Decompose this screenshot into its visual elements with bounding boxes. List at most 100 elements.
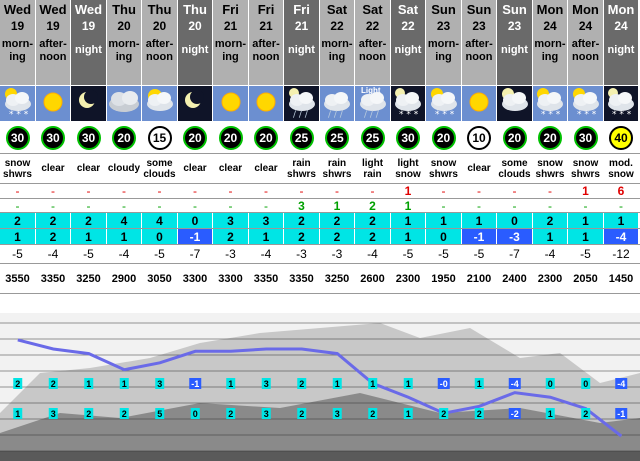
wind-cell-2: 30 (71, 122, 106, 153)
rain-value: - (86, 184, 91, 198)
altitude-value: 3250 (76, 272, 101, 285)
chart-svg: 2 2 1 1 3 -1 1 3 2 1 1 1 -0 1 -4 0 0 -4 1 3 2 2 5 0 2 3 2 3 2 1 2 2 -2 1 2… (0, 313, 640, 461)
freeze-label-text: -1 (191, 379, 199, 389)
period-label: after- noon (571, 38, 600, 63)
hdr-cell-8: Fri 21 night (284, 0, 319, 85)
sky-cell-15: * * * (533, 86, 567, 121)
frz2-cell-8: 2 (284, 229, 319, 244)
date-label: 20 (188, 19, 202, 33)
wind-cell-15: 20 (533, 122, 567, 153)
sky-cell-8: / / / (284, 86, 319, 121)
alt-cell-0: 3550 (0, 264, 35, 293)
condition-label: some clouds (498, 157, 531, 180)
freeze-label-text: 0 (193, 409, 198, 419)
temperature-value: -4 (260, 247, 272, 261)
cond-cell-13: clear (462, 154, 496, 183)
hdr-cell-16: Mon 24 after- noon (568, 0, 603, 85)
temp-cell-10: -4 (355, 245, 390, 263)
rain-value: - (335, 184, 339, 198)
freeze-label-text: 3 (335, 409, 340, 419)
frz2-cell-6: 2 (213, 229, 248, 244)
day-label: Thu (112, 2, 136, 17)
cond-cell-9: rain shwrs (320, 154, 354, 183)
sky-cell-14 (497, 86, 532, 121)
day-label: Wed (74, 2, 103, 17)
period-label: after- noon (145, 38, 174, 63)
hdr-cell-2: Wed 19 night (71, 0, 106, 85)
hdr-cell-15: Mon 24 morn- ing (533, 0, 567, 85)
snownight-icon: * * * (604, 86, 638, 121)
frz2-cell-15: 1 (533, 229, 567, 244)
period-label: after- noon (465, 38, 493, 63)
rain-cell-14: - (497, 184, 532, 198)
condition-label: mod. snow (608, 157, 634, 180)
temp-cell-14: -7 (497, 245, 532, 263)
day-label: Sat (326, 2, 348, 17)
alt-cell-6: 3300 (213, 264, 248, 293)
cond-cell-5: clear (178, 154, 212, 183)
altitude-value: 3350 (289, 272, 314, 285)
freeze-level-2: 1 (14, 229, 21, 244)
condition-label: cloudy (107, 163, 141, 174)
temperature-value: -5 (473, 247, 485, 261)
snow-cell-3: - (107, 199, 141, 212)
wind-speed-icon: 20 (254, 125, 278, 150)
date-label: 23 (507, 19, 522, 33)
freeze-label-text: 3 (51, 409, 56, 419)
date-label: 21 (259, 19, 273, 33)
wind-speed-icon: 30 (396, 125, 420, 150)
freeze-label-row2: 2 (84, 408, 94, 419)
rain-cell-17: 6 (604, 184, 638, 198)
rain-value: - (299, 184, 304, 198)
freeze-label-text: 2 (51, 379, 56, 389)
row-divider (0, 198, 640, 199)
snow-cell-11: 1 (391, 199, 425, 212)
rain-cell-9: - (320, 184, 354, 198)
freeze-level-1: 0 (191, 213, 199, 228)
frz1-cell-17: 1 (604, 213, 638, 228)
freeze-label-text: 3 (264, 409, 269, 419)
partsun-icon (143, 86, 177, 121)
temperature-value: -5 (83, 247, 94, 261)
period-label: night (394, 44, 422, 56)
wind-cell-13: 10 (462, 122, 496, 153)
period-label: morn- ing (321, 38, 353, 63)
alt-cell-14: 2400 (497, 264, 532, 293)
temp-cell-8: -3 (284, 245, 319, 263)
altitude-value: 3050 (147, 272, 172, 285)
snow-cell-15: - (533, 199, 567, 212)
wind-speed-icon: 25 (289, 125, 314, 150)
snow-value: - (51, 199, 55, 212)
freeze-label-text: -4 (617, 379, 625, 389)
alt-cell-5: 3300 (178, 264, 212, 293)
snow-value: - (193, 199, 197, 212)
freeze-level-2: 1 (262, 229, 270, 244)
freeze-label-text: 1 (406, 379, 411, 389)
wind-cell-6: 20 (213, 122, 248, 153)
snow-value: 1 (404, 199, 412, 212)
condition-label: snow shwrs (571, 157, 600, 180)
wind-cell-10: 25 (355, 122, 390, 153)
rain-value: - (548, 184, 552, 198)
frz1-cell-0: 2 (0, 213, 35, 228)
sky-cell-5 (178, 86, 212, 121)
wind-speed-icon: 15 (147, 125, 172, 150)
frz1-cell-14: 0 (497, 213, 532, 228)
wind-cell-3: 20 (107, 122, 141, 153)
freeze-level-2: 0 (440, 229, 447, 244)
rain-value: - (157, 184, 162, 198)
snow-cell-1: - (36, 199, 70, 212)
freeze-level-2: 1 (120, 229, 128, 244)
cond-cell-11: light snow (391, 154, 425, 183)
snownight-icon: * * * (391, 86, 425, 121)
alt-cell-17: 1450 (604, 264, 638, 293)
rain-value: - (51, 184, 55, 198)
freeze-level-1: 2 (298, 213, 305, 228)
svg-text:/ / /: / / / (293, 110, 309, 119)
condition-label: clear (183, 163, 207, 174)
rain-value: - (15, 184, 20, 198)
svg-text:* * *: * * * (577, 110, 597, 119)
frz1-cell-3: 4 (107, 213, 141, 228)
snow-value: 2 (369, 199, 376, 212)
day-label: Fri (222, 2, 239, 17)
